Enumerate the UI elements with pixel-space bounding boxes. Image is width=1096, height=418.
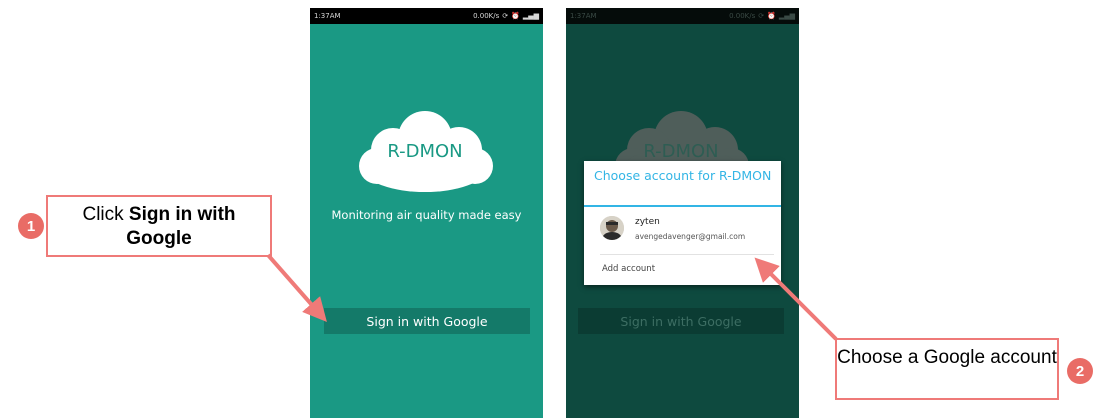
phone-screen-signin: 1:37AM 0.00K/s ⟳ ⏰ ▂▄▆ R-DMON Monitoring… [310,8,543,418]
list-divider [600,254,774,255]
account-chooser-dialog: Choose account for R-DMON zyten avengeda… [584,161,781,285]
step-2-badge: 2 [1067,358,1093,384]
sync-icon: ⟳ [502,12,509,20]
alarm-icon: ⏰ [767,12,776,20]
sync-icon: ⟳ [758,12,765,20]
status-speed: 0.00K/s [729,12,756,20]
dialog-divider [584,205,781,207]
account-email: avengedavenger@gmail.com [635,232,746,241]
signal-icon: ▂▄▆ [778,12,795,20]
account-name: zyten [635,217,660,227]
account-list-item[interactable]: zyten avengedavenger@gmail.com [584,211,781,251]
avatar [600,216,624,240]
sign-in-with-google-button[interactable]: Sign in with Google [324,308,530,334]
phone-screen-account-chooser: 1:37AM 0.00K/s ⟳ ⏰ ▂▄▆ R-DMON Sign in wi… [566,8,799,418]
signal-icon: ▂▄▆ [522,12,539,20]
step-1-bold-text: Sign in with Google [126,204,236,249]
step-2-text: Choose a Google account [837,347,1057,368]
sign-in-with-google-button: Sign in with Google [578,308,784,334]
app-logo-text: R-DMON [643,141,719,162]
status-bar: 1:37AM 0.00K/s ⟳ ⏰ ▂▄▆ [566,8,799,24]
step-1-badge: 1 [18,213,44,239]
alarm-icon: ⏰ [511,12,520,20]
app-logo-text: R-DMON [387,141,463,162]
status-speed: 0.00K/s [473,12,500,20]
dialog-title: Choose account for R-DMON [594,168,772,183]
status-time: 1:37AM [314,12,341,20]
step-2-callout: Choose a Google account [835,338,1059,400]
step-1-callout: Click Sign in with Google [46,195,272,257]
user-avatar-icon [600,216,624,240]
step-1-text: Click [82,204,129,225]
app-tagline: Monitoring air quality made easy [331,208,522,222]
status-bar: 1:37AM 0.00K/s ⟳ ⏰ ▂▄▆ [310,8,543,24]
add-account-button[interactable]: Add account [602,264,655,274]
status-time: 1:37AM [570,12,597,20]
